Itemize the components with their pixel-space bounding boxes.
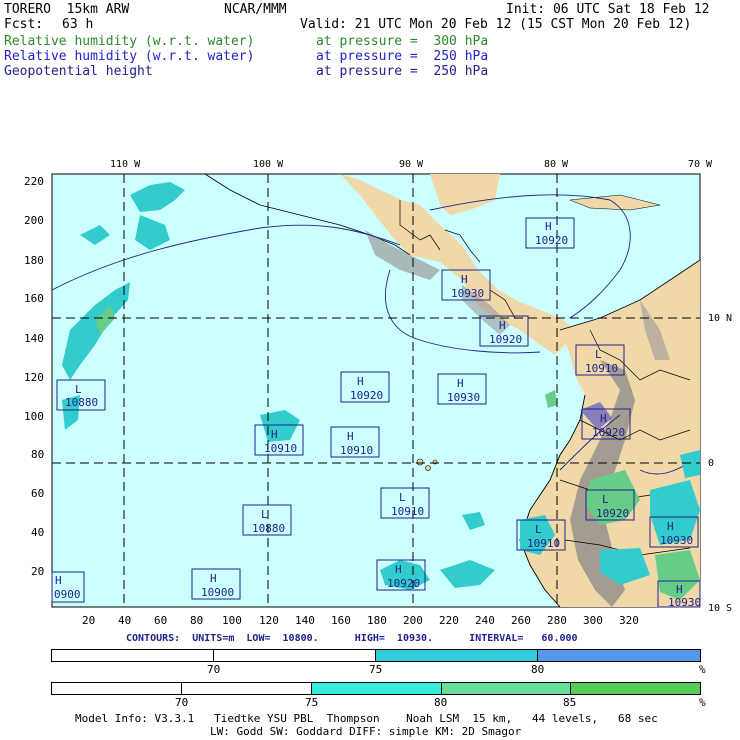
lon-label-100w: 100 W bbox=[253, 159, 284, 170]
svg-text:140: 140 bbox=[24, 332, 44, 345]
model-info-line-2: LW: Godd SW: Goddard DIFF: simple KM: 2D… bbox=[210, 725, 522, 738]
svg-text:10930: 10930 bbox=[668, 596, 701, 609]
svg-text:10920: 10920 bbox=[387, 577, 420, 590]
svg-text:10910: 10910 bbox=[391, 505, 424, 518]
svg-text:120: 120 bbox=[24, 371, 44, 384]
svg-text:10930: 10930 bbox=[451, 287, 484, 300]
x-axis: 20 40 60 80 100 120 140 160 180 200 220 … bbox=[82, 614, 639, 627]
legend-bar-2-seg-1 bbox=[52, 683, 182, 694]
svg-text:220: 220 bbox=[439, 614, 459, 627]
svg-text:L: L bbox=[535, 523, 542, 536]
svg-text:60: 60 bbox=[154, 614, 167, 627]
svg-text:H: H bbox=[667, 520, 674, 533]
svg-text:10910: 10910 bbox=[264, 442, 297, 455]
svg-text:200: 200 bbox=[403, 614, 423, 627]
legend-bar-1-label-75: 75 bbox=[369, 663, 383, 676]
svg-text:20: 20 bbox=[82, 614, 95, 627]
svg-text:H: H bbox=[347, 430, 354, 443]
svg-text:260: 260 bbox=[511, 614, 531, 627]
svg-text:200: 200 bbox=[24, 214, 44, 227]
svg-text:240: 240 bbox=[475, 614, 495, 627]
svg-text:H: H bbox=[55, 574, 62, 587]
legend-bar-rh-250 bbox=[51, 649, 701, 662]
legend-bar-1-seg-3 bbox=[376, 650, 538, 661]
lon-label-110w: 110 W bbox=[110, 159, 141, 170]
legend-bar-2-seg-3 bbox=[312, 683, 442, 694]
lon-label-80w: 80 W bbox=[544, 159, 569, 170]
svg-text:10880: 10880 bbox=[252, 522, 285, 535]
svg-text:H: H bbox=[357, 375, 364, 388]
lat-label-10n: 10 N bbox=[708, 313, 732, 324]
legend-bar-1-label-80: 80 bbox=[531, 663, 545, 676]
weather-map: 110 W 100 W 90 W 80 W 70 W L 10880 H 109… bbox=[24, 159, 732, 627]
model-info-line-1: Model Info: V3.3.1 Tiedtke YSU PBL Thomp… bbox=[75, 712, 658, 725]
svg-text:100: 100 bbox=[222, 614, 242, 627]
svg-text:10910: 10910 bbox=[585, 362, 618, 375]
svg-text:160: 160 bbox=[24, 292, 44, 305]
legend-bar-1-unit: % bbox=[699, 663, 706, 676]
legend-bar-2-label-85: 85 bbox=[563, 696, 577, 709]
legend-bar-2-label-80: 80 bbox=[434, 696, 448, 709]
lat-label-10s: 10 S bbox=[708, 603, 732, 614]
svg-text:180: 180 bbox=[24, 254, 44, 267]
legend-bar-2-seg-2 bbox=[182, 683, 312, 694]
svg-text:60: 60 bbox=[31, 487, 44, 500]
svg-text:H: H bbox=[499, 319, 506, 332]
legend-bar-1-seg-1 bbox=[52, 650, 214, 661]
svg-text:L: L bbox=[595, 348, 602, 361]
svg-text:H: H bbox=[545, 220, 552, 233]
svg-text:20: 20 bbox=[31, 565, 44, 578]
svg-text:0900: 0900 bbox=[54, 588, 81, 601]
legend-bar-1-label-70: 70 bbox=[207, 663, 221, 676]
lat-label-0: 0 bbox=[708, 458, 714, 469]
svg-text:10910: 10910 bbox=[340, 444, 373, 457]
svg-text:40: 40 bbox=[31, 526, 44, 539]
svg-text:300: 300 bbox=[583, 614, 603, 627]
svg-text:H: H bbox=[600, 412, 607, 425]
svg-text:10920: 10920 bbox=[350, 389, 383, 402]
svg-text:320: 320 bbox=[619, 614, 639, 627]
legend-bar-1-seg-2 bbox=[214, 650, 376, 661]
legend-bar-2-label-75: 75 bbox=[305, 696, 319, 709]
svg-text:H: H bbox=[457, 377, 464, 390]
svg-text:L: L bbox=[75, 383, 82, 396]
svg-text:10880: 10880 bbox=[65, 396, 98, 409]
svg-text:H: H bbox=[271, 428, 278, 441]
legend-bar-1-seg-4 bbox=[538, 650, 700, 661]
svg-text:180: 180 bbox=[367, 614, 387, 627]
svg-text:80: 80 bbox=[190, 614, 203, 627]
lon-label-90w: 90 W bbox=[399, 159, 424, 170]
svg-text:10920: 10920 bbox=[592, 426, 625, 439]
svg-text:L: L bbox=[261, 508, 268, 521]
svg-text:H: H bbox=[461, 273, 468, 286]
svg-text:100: 100 bbox=[24, 410, 44, 423]
svg-text:10930: 10930 bbox=[447, 391, 480, 404]
svg-text:10920: 10920 bbox=[489, 333, 522, 346]
svg-text:80: 80 bbox=[31, 448, 44, 461]
svg-text:220: 220 bbox=[24, 175, 44, 188]
svg-text:L: L bbox=[399, 491, 406, 504]
legend-bar-2-unit: % bbox=[699, 696, 706, 709]
svg-text:40: 40 bbox=[118, 614, 131, 627]
svg-text:10930: 10930 bbox=[660, 534, 693, 547]
legend-bar-rh-300 bbox=[51, 682, 701, 695]
svg-text:10920: 10920 bbox=[596, 507, 629, 520]
svg-text:H: H bbox=[676, 583, 683, 596]
svg-text:H: H bbox=[210, 572, 217, 585]
contour-info: CONTOURS: UNITS=m LOW= 10800. HIGH= 1093… bbox=[126, 633, 578, 644]
svg-text:L: L bbox=[602, 493, 609, 506]
legend-bar-2-label-70: 70 bbox=[175, 696, 189, 709]
legend-bar-2-seg-5 bbox=[571, 683, 700, 694]
legend-bar-2-seg-4 bbox=[442, 683, 571, 694]
svg-text:120: 120 bbox=[259, 614, 279, 627]
lon-label-70w: 70 W bbox=[688, 159, 713, 170]
svg-text:10920: 10920 bbox=[535, 234, 568, 247]
svg-text:10910: 10910 bbox=[527, 537, 560, 550]
svg-text:280: 280 bbox=[547, 614, 567, 627]
svg-text:H: H bbox=[395, 563, 402, 576]
svg-text:160: 160 bbox=[331, 614, 351, 627]
y-axis: 220 200 180 160 140 120 100 80 60 40 20 bbox=[24, 175, 44, 578]
svg-text:10900: 10900 bbox=[201, 586, 234, 599]
svg-text:140: 140 bbox=[295, 614, 315, 627]
